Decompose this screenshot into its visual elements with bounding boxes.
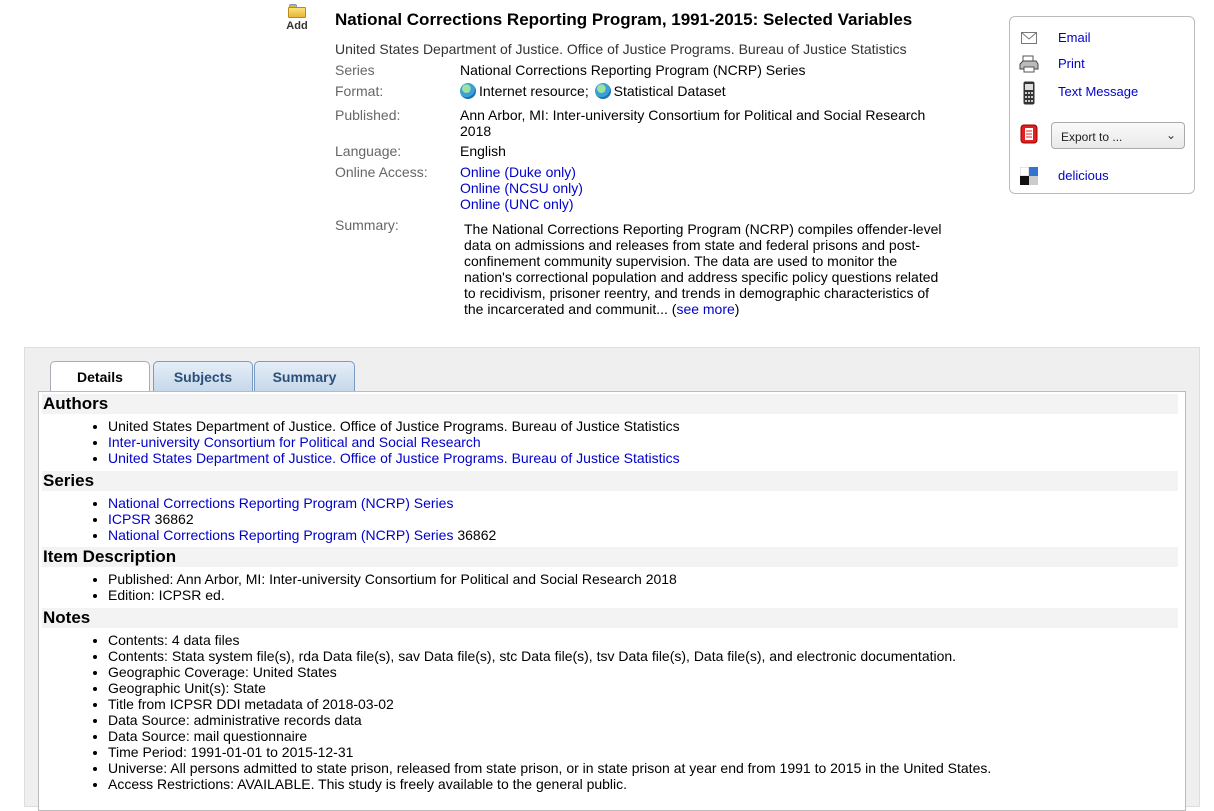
record-title: National Corrections Reporting Program, … (335, 10, 913, 29)
item-description-list: Published: Ann Arbor, MI: Inter-universi… (92, 571, 677, 603)
phone-icon (1019, 80, 1039, 106)
series-label: Series (335, 62, 375, 78)
pdf-export-icon (1019, 124, 1039, 144)
online-access-label: Online Access: (335, 164, 428, 180)
format-dataset: Statistical Dataset (613, 83, 726, 99)
list-item: Universe: All persons admitted to state … (108, 760, 991, 776)
online-access-links: Online (Duke only) Online (NCSU only) On… (460, 164, 583, 212)
details-content: Authors United States Department of Just… (38, 391, 1186, 811)
online-ncsu-link[interactable]: Online (NCSU only) (460, 180, 583, 196)
delicious-tool[interactable]: delicious (1010, 166, 1196, 186)
list-item: United States Department of Justice. Off… (108, 450, 680, 466)
text-message-link[interactable]: Text Message (1058, 84, 1138, 99)
list-item: Access Restrictions: AVAILABLE. This stu… (108, 776, 991, 792)
list-item: Data Source: mail questionnaire (108, 728, 991, 744)
published-label: Published: (335, 107, 401, 123)
list-item: Time Period: 1991-01-01 to 2015-12-31 (108, 744, 991, 760)
format-internet: Internet resource; (479, 83, 589, 99)
list-item: Geographic Coverage: United States (108, 664, 991, 680)
series-list: National Corrections Reporting Program (… (92, 495, 496, 543)
summary-close: ) (734, 301, 740, 317)
authors-heading: Authors (42, 394, 1178, 414)
details-panel: Details Subjects Summary Authors United … (24, 347, 1200, 811)
series-link[interactable]: National Corrections Reporting Program (… (460, 62, 805, 78)
published-value: Ann Arbor, MI: Inter-university Consorti… (460, 107, 926, 139)
delicious-icon (1019, 166, 1039, 186)
email-link[interactable]: Email (1058, 30, 1091, 45)
chevron-down-icon: ⌄ (1165, 128, 1176, 142)
list-item: Published: Ann Arbor, MI: Inter-universi… (108, 571, 677, 587)
printer-icon (1019, 54, 1039, 74)
series-link[interactable]: ICPSR (108, 511, 151, 527)
format-label: Format: (335, 83, 384, 99)
see-more-link[interactable]: see more (676, 301, 734, 317)
list-item: Inter-university Consortium for Politica… (108, 434, 680, 450)
tab-details[interactable]: Details (50, 361, 150, 392)
tools-panel: Email Print Text Message Export to ... ⌄… (1009, 16, 1195, 194)
online-unc-link[interactable]: Online (UNC only) (460, 196, 574, 212)
language-value: English (460, 143, 506, 159)
export-selected-value: Export to ... (1061, 130, 1123, 144)
summary-label: Summary: (335, 217, 399, 233)
item-description-heading: Item Description (42, 547, 1178, 567)
print-tool[interactable]: Print (1010, 54, 1196, 74)
list-item: Data Source: administrative records data (108, 712, 991, 728)
author-link[interactable]: Inter-university Consortium for Politica… (108, 434, 481, 450)
list-item: National Corrections Reporting Program (… (108, 495, 496, 511)
add-label: Add (286, 20, 308, 32)
internet-resource-icon (460, 83, 476, 99)
email-tool[interactable]: Email (1010, 28, 1196, 48)
summary-text: The National Corrections Reporting Progr… (464, 221, 944, 317)
authors-list: United States Department of Justice. Off… (92, 418, 680, 466)
series-suffix: 36862 (453, 527, 497, 543)
tab-subjects[interactable]: Subjects (153, 361, 253, 391)
series-suffix: 36862 (150, 511, 194, 527)
tab-summary[interactable]: Summary (254, 361, 355, 391)
text-message-tool[interactable]: Text Message (1010, 80, 1196, 106)
folder-icon (288, 4, 306, 18)
notes-heading: Notes (42, 608, 1178, 628)
list-item: Edition: ICPSR ed. (108, 587, 677, 603)
statistical-dataset-icon (594, 83, 611, 99)
author-link[interactable]: United States Department of Justice. Off… (108, 450, 680, 466)
list-item: Title from ICPSR DDI metadata of 2018-03… (108, 696, 991, 712)
list-item: United States Department of Justice. Off… (108, 418, 680, 434)
export-dropdown[interactable]: Export to ... ⌄ (1051, 122, 1185, 149)
record-author: United States Department of Justice. Off… (335, 41, 907, 57)
list-item: National Corrections Reporting Program (… (108, 527, 496, 543)
list-item: Contents: 4 data files (108, 632, 991, 648)
list-item: Geographic Unit(s): State (108, 680, 991, 696)
delicious-link[interactable]: delicious (1058, 168, 1109, 183)
series-heading: Series (42, 471, 1178, 491)
list-item: Contents: Stata system file(s), rda Data… (108, 648, 991, 664)
online-duke-link[interactable]: Online (Duke only) (460, 164, 576, 180)
print-link[interactable]: Print (1058, 56, 1085, 71)
add-to-folder-button[interactable]: Add (284, 4, 310, 32)
series-link[interactable]: National Corrections Reporting Program (… (108, 527, 453, 543)
envelope-icon (1019, 28, 1039, 48)
series-link[interactable]: National Corrections Reporting Program (… (108, 495, 453, 511)
language-label: Language: (335, 143, 402, 159)
format-value: Internet resource; Statistical Dataset (460, 83, 726, 99)
list-item: ICPSR 36862 (108, 511, 496, 527)
notes-list: Contents: 4 data files Contents: Stata s… (92, 632, 991, 792)
